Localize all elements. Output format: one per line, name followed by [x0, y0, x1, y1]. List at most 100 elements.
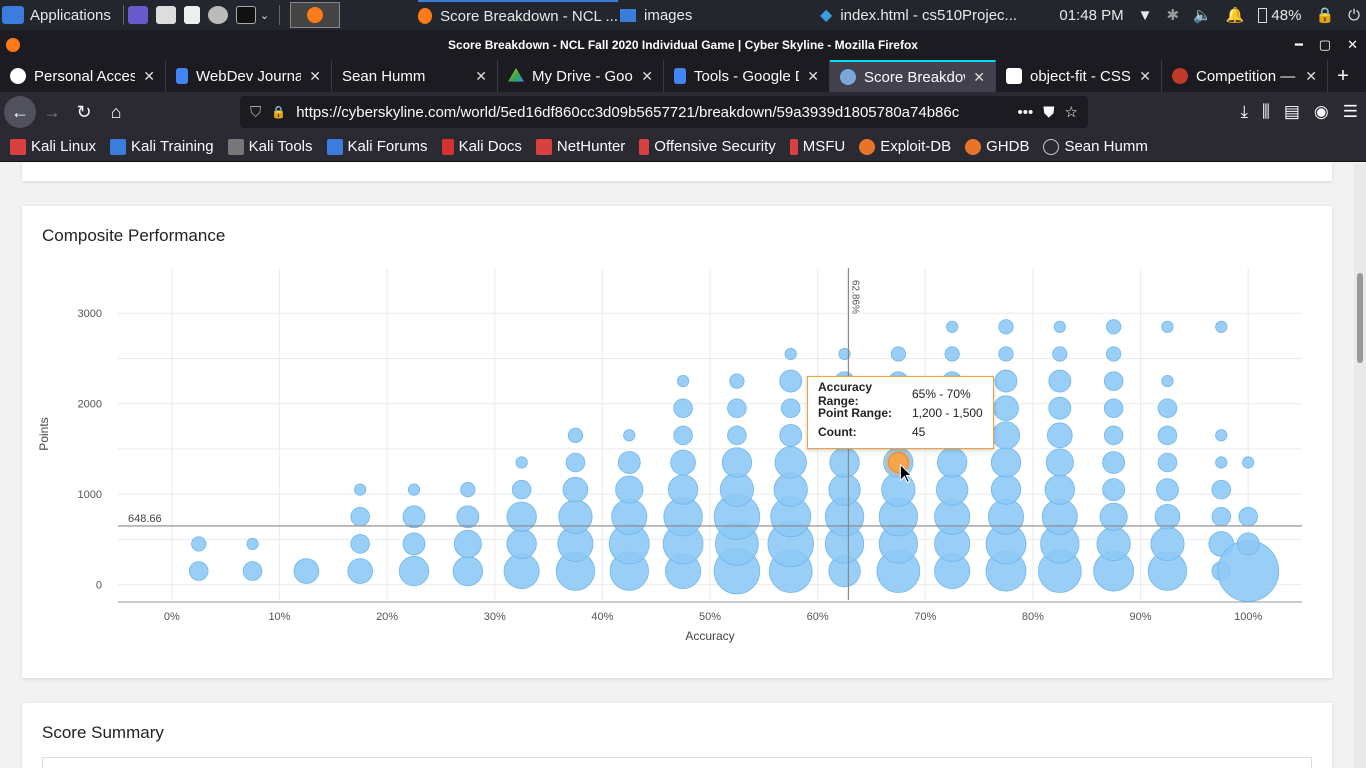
bookmark-label: GHDB — [986, 138, 1030, 155]
reload-button[interactable]: ↻ — [68, 96, 100, 128]
terminal-icon[interactable] — [235, 6, 256, 24]
tab-label: Personal Access — [34, 67, 136, 85]
forward-button[interactable]: → — [36, 96, 68, 128]
y-tick-label: 0 — [96, 580, 102, 592]
bookmark-kali-tools[interactable]: Kali Tools — [227, 138, 313, 155]
data-point — [1215, 429, 1228, 442]
firefox-launcher-icon[interactable] — [290, 2, 341, 28]
shield-icon[interactable]: ⛉ — [250, 104, 261, 121]
bookmark-kali-docs[interactable]: Kali Docs — [441, 138, 522, 155]
composite-performance-card: Composite Performance 62.86% 648.66 0% 10% 2… — [22, 206, 1332, 678]
library-icon[interactable]: ⫼ — [1262, 102, 1270, 122]
close-tab-icon[interactable]: ✕ — [973, 69, 985, 86]
account-icon[interactable]: ◉ — [1314, 102, 1329, 122]
data-point — [565, 452, 586, 473]
data-point — [937, 447, 968, 478]
data-point — [398, 555, 430, 587]
file-manager-icon[interactable] — [155, 6, 176, 24]
close-tab-icon[interactable]: ✕ — [475, 68, 487, 85]
data-point — [506, 501, 537, 532]
tab-competition[interactable]: Competition — ✕ — [1162, 60, 1328, 92]
download-icon[interactable]: ⤓ — [1241, 102, 1249, 122]
cyberskyline-icon — [840, 69, 856, 85]
scrollbar-thumb[interactable] — [1357, 273, 1363, 363]
data-point — [456, 505, 480, 529]
url-bar[interactable]: ⛉ 🔒 https://cyberskyline.com/world/5ed16… — [240, 96, 1088, 128]
volume-icon[interactable]: 🔈 — [1193, 6, 1212, 24]
power-icon[interactable]: ⏻ — [1348, 7, 1360, 24]
wifi-icon[interactable]: ▼ — [1138, 7, 1153, 24]
notification-bell-icon[interactable]: 🔔 — [1226, 6, 1245, 24]
taskbar-task-firefox[interactable]: Score Breakdown - NCL ... — [418, 0, 618, 30]
bookmark-label: MSFU — [802, 138, 846, 155]
close-tab-icon[interactable]: ✕ — [309, 68, 321, 85]
tab-personal-access[interactable]: Personal Access ✕ — [0, 60, 166, 92]
home-button[interactable]: ⌂ — [100, 96, 132, 128]
bookmark-nethunter[interactable]: NetHunter — [535, 138, 625, 155]
close-tab-icon[interactable]: ✕ — [143, 68, 155, 85]
close-tab-icon[interactable]: ✕ — [1139, 68, 1151, 85]
workspace-icon[interactable] — [127, 6, 148, 24]
data-point — [779, 369, 803, 393]
lock-icon[interactable]: 🔒 — [1315, 6, 1334, 24]
bookmark-offensive-security[interactable]: Offensive Security — [639, 138, 776, 155]
close-tab-icon[interactable]: ✕ — [641, 68, 653, 85]
mdn-icon — [1006, 68, 1022, 84]
vscode-icon: ◆ — [820, 7, 833, 24]
taskbar-task-images[interactable]: images — [620, 0, 810, 30]
data-point — [991, 421, 1021, 450]
bookmark-kali-linux[interactable]: Kali Linux — [10, 138, 96, 155]
window-title-bar: Score Breakdown - NCL Fall 2020 Individu… — [0, 30, 1366, 60]
data-point — [460, 482, 476, 498]
page-content: Composite Performance 62.86% 648.66 0% 10% 2… — [0, 163, 1366, 768]
bookmark-exploit-db[interactable]: Exploit-DB — [859, 138, 951, 155]
bookmark-kali-training[interactable]: Kali Training — [110, 138, 214, 155]
tab-tools-google-doc[interactable]: Tools - Google D ✕ — [664, 60, 830, 92]
new-tab-button[interactable]: + — [1328, 60, 1358, 92]
close-icon[interactable]: ✕ — [1347, 37, 1358, 53]
close-tab-icon[interactable]: ✕ — [1305, 68, 1317, 85]
tab-sean-humm[interactable]: Sean Humm ✕ — [332, 60, 498, 92]
bookmark-sean-humm[interactable]: Sean Humm — [1043, 138, 1148, 155]
sidebar-icon[interactable]: ▤ — [1284, 102, 1300, 122]
taskbar-task-vscode[interactable]: ◆ index.html - cs510Projec... — [820, 0, 1030, 30]
tab-score-breakdown[interactable]: Score Breakdow ✕ — [830, 60, 996, 92]
hamburger-menu-icon[interactable]: ☰ — [1343, 102, 1358, 122]
pocket-icon[interactable]: ⛊ — [1043, 104, 1054, 121]
data-point — [727, 425, 747, 446]
bookmark-msfu[interactable]: MSFU — [789, 138, 846, 155]
data-point — [354, 483, 367, 496]
data-point — [774, 446, 807, 479]
maximize-icon[interactable]: ▢ — [1319, 37, 1331, 53]
tab-my-drive[interactable]: My Drive - Goog ✕ — [498, 60, 664, 92]
browser-icon[interactable] — [207, 6, 228, 24]
previous-card — [22, 163, 1332, 181]
close-tab-icon[interactable]: ✕ — [807, 68, 819, 85]
tab-webdev-journal[interactable]: WebDev Journal ✕ — [166, 60, 332, 92]
more-actions-icon[interactable]: ••• — [1018, 104, 1034, 121]
data-point — [350, 507, 370, 527]
bluetooth-icon[interactable]: ✱ — [1166, 6, 1179, 24]
data-point — [558, 499, 593, 534]
bookmark-ghdb[interactable]: GHDB — [965, 138, 1029, 155]
page-scrollbar[interactable] — [1354, 163, 1366, 768]
bookmark-kali-forums[interactable]: Kali Forums — [326, 138, 428, 155]
back-button[interactable]: ← — [4, 96, 36, 128]
text-editor-icon[interactable] — [183, 6, 200, 24]
minimize-icon[interactable]: ━ — [1295, 37, 1303, 53]
lock-icon[interactable]: 🔒 — [271, 105, 286, 119]
data-point — [611, 498, 648, 535]
data-point — [1215, 320, 1228, 333]
system-tray: 01:48 PM ▼ ✱ 🔈 🔔 48% 🔒 ⏻ — [1059, 0, 1360, 30]
battery-status[interactable]: 48% — [1258, 7, 1301, 24]
kali-icon — [10, 138, 26, 155]
url-text[interactable]: https://cyberskyline.com/world/5ed16df86… — [296, 104, 1007, 121]
tab-object-fit-css[interactable]: object-fit - CSS ✕ — [996, 60, 1162, 92]
tab-label: Tools - Google D — [694, 67, 800, 85]
chevron-down-icon[interactable]: ⌄ — [260, 9, 269, 22]
bookmark-star-icon[interactable]: ☆ — [1065, 103, 1078, 121]
clock[interactable]: 01:48 PM — [1059, 7, 1123, 24]
window-controls: ━ ▢ ✕ — [1295, 30, 1358, 60]
applications-menu[interactable]: Applications — [0, 0, 119, 30]
data-point — [1161, 375, 1174, 388]
